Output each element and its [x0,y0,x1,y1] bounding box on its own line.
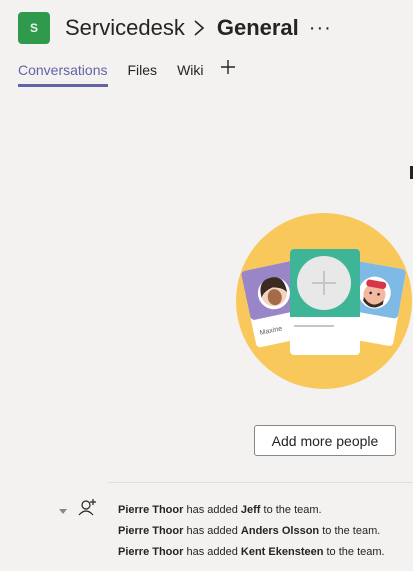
activity-verb: has added [183,504,241,516]
actor-name[interactable]: Pierre Thoor [118,504,183,516]
actor-name[interactable]: Pierre Thoor [118,546,183,558]
activity-suffix: to the team. [323,546,385,558]
channel-header: S Servicedesk General ··· Conversations … [0,0,413,92]
tab-conversations[interactable]: Conversations [18,60,108,87]
channel-name: General [216,15,299,40]
channel-tabs: Conversations Files Wiki [18,60,235,87]
add-more-people-button[interactable]: Add more people [254,425,396,456]
activity-item: Pierre Thoor has added Anders Olsson to … [118,521,385,542]
activity-suffix: to the team. [260,504,322,516]
member-name[interactable]: Anders Olsson [241,525,319,537]
activity-suffix: to the team. [319,525,381,537]
actor-name[interactable]: Pierre Thoor [118,525,183,537]
activity-item: Pierre Thoor has added Jeff to the team. [118,500,385,521]
divider [108,482,413,483]
member-name[interactable]: Jeff [241,504,261,516]
activity-feed: Pierre Thoor has added Jeff to the team.… [118,500,385,563]
team-initial: S [29,21,38,35]
chevron-right-icon [193,16,211,40]
plus-icon [221,60,235,74]
breadcrumb: Servicedesk General ··· [65,12,332,44]
team-name[interactable]: Servicedesk [65,15,185,41]
add-person-icon [78,497,98,517]
tab-wiki[interactable]: Wiki [177,60,203,84]
activity-item: Pierre Thoor has added Kent Ekensteen to… [118,542,385,563]
tab-files[interactable]: Files [128,60,158,84]
more-options-button[interactable]: ··· [309,18,332,38]
add-tab-button[interactable] [218,57,238,77]
member-name[interactable]: Kent Ekensteen [241,546,324,558]
team-avatar[interactable]: S [18,12,50,44]
team-illustration: Maxine ly [236,213,413,390]
activity-verb: has added [183,525,241,537]
chevron-down-icon[interactable] [59,502,67,514]
activity-verb: has added [183,546,241,558]
